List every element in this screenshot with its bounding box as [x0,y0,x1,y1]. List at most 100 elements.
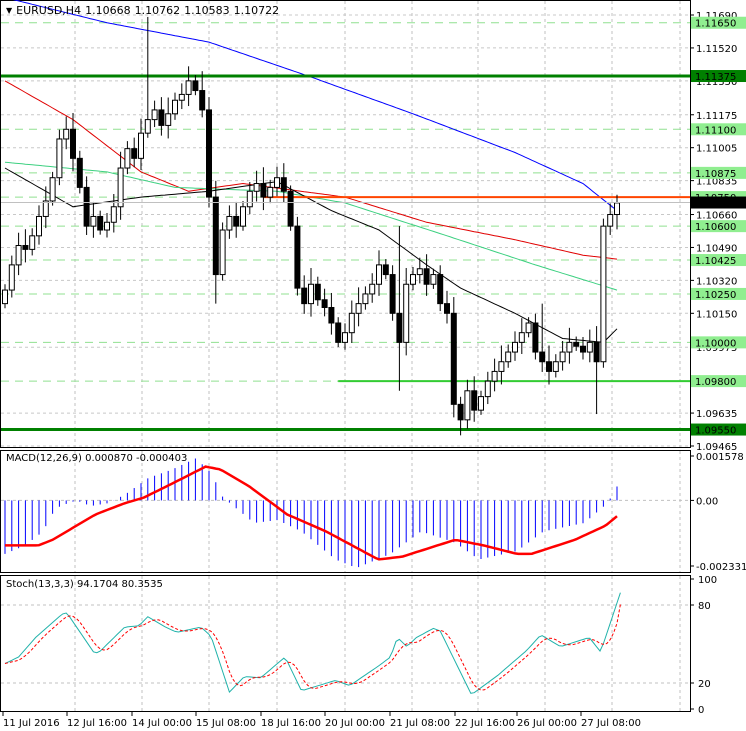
time-axis-label: 20 Jul 00:00 [325,718,385,729]
bear-candle [233,215,240,227]
bull-candle [607,214,614,227]
stoch-label: Stoch(13,3,3) 94.1704 80.3535 [6,579,163,590]
time-axis-label: 18 Jul 16:00 [261,718,321,729]
bull-candle [478,396,484,411]
bear-candle [546,361,552,372]
time-axis-label: 15 Jul 08:00 [196,718,256,729]
bear-candle [192,80,199,92]
level-price-label: 1.11375 [695,72,736,83]
time-axis-label: 14 Jul 00:00 [132,718,192,729]
time-axis-label: 22 Jul 16:00 [455,718,515,729]
bull-candle [376,264,382,285]
bear-candle [389,274,396,314]
bull-candle [63,128,70,140]
chart-header: ▼ EURUSD,H4 1.10668 1.10762 1.10583 1.10… [6,4,279,17]
price-tick-label: 1.10320 [696,276,737,287]
bear-candle [444,303,450,314]
bear-candle [158,109,165,126]
bull-candle [138,132,144,159]
bull-candle [42,200,49,217]
current-price-label: 1.10722 [695,199,736,210]
bear-candle [70,128,76,159]
bear-candle [471,390,478,411]
close-value: 1.10722 [233,4,280,17]
bear-candle [573,341,580,347]
bear-candle [83,186,90,227]
bear-candle [22,245,29,250]
bull-candle [369,283,376,295]
level-price-label: 1.10250 [695,290,736,301]
bull-candle [491,370,498,382]
collapse-triangle-icon[interactable]: ▼ [6,6,12,15]
level-price-label: 1.09800 [695,377,736,388]
low-value: 1.10583 [184,4,230,17]
bear-candle [280,177,287,192]
time-axis-label: 11 Jul 2016 [3,718,60,729]
bull-candle [410,274,416,285]
bear-candle [382,264,389,276]
bear-candle [212,196,219,276]
level-price-label: 1.10425 [695,256,736,267]
stoch-tick-label: 0 [698,705,704,716]
bull-candle [505,351,512,363]
bear-candle [76,157,83,188]
chart-canvas[interactable]: 1.116901.115201.113501.111751.110051.108… [0,0,746,731]
time-axis-label: 26 Jul 00:00 [517,718,577,729]
bull-candle [416,268,423,276]
bear-candle [314,283,321,301]
bull-candle [104,221,110,231]
bull-candle [110,206,117,223]
bull-candle [29,235,36,250]
bear-candle [206,109,212,198]
bear-candle [437,274,444,305]
bull-candle [172,99,178,115]
macd-tick-label: 0.001578 [696,452,744,463]
bull-candle [219,229,226,276]
stoch-tick-label: 80 [698,601,711,612]
bull-candle [512,341,518,353]
symbol-label: EURUSD,H4 [16,4,82,17]
bull-candle [178,93,185,101]
bear-candle [539,351,546,363]
level-price-label: 1.10600 [695,222,736,233]
level-price-label: 1.09550 [695,426,736,437]
bull-candle [614,202,620,216]
bear-candle [131,148,138,159]
bear-candle [199,90,206,111]
level-price-label: 1.10000 [695,338,736,349]
bear-candle [580,345,586,353]
bull-candle [246,190,253,208]
bull-candle [151,109,158,121]
macd-label: MACD(12,26,9) 0.000870 -0.000403 [6,453,188,464]
price-tick-label: 1.10660 [696,211,737,222]
bull-candle [253,183,260,192]
bull-candle [342,332,348,343]
price-tick-label: 1.11175 [696,111,737,122]
high-value: 1.10762 [134,4,181,17]
bull-candle [586,341,593,353]
level-price-label: 1.10875 [695,169,736,180]
bull-candle [403,283,410,343]
bear-candle [321,299,328,308]
bull-candle [464,390,471,421]
price-tick-label: 1.11005 [696,144,737,155]
bull-candle [518,332,525,343]
price-tick-label: 1.10150 [696,309,737,320]
level-price-label: 1.11650 [695,19,736,30]
bull-candle [15,245,22,266]
bull-candle [430,274,437,285]
bear-candle [294,225,301,289]
price-tick-label: 1.09635 [696,409,737,420]
bull-candle [559,351,566,363]
bear-candle [396,312,403,343]
bull-candle [185,80,192,95]
stoch-tick-label: 20 [698,679,711,690]
bear-candle [328,306,335,324]
bear-candle [287,190,294,227]
bull-candle [8,264,15,291]
level-price-label: 1.11100 [695,125,736,136]
bull-candle [124,148,131,169]
bull-candle [274,177,280,188]
bull-candle [484,380,491,398]
bear-candle [450,312,457,405]
